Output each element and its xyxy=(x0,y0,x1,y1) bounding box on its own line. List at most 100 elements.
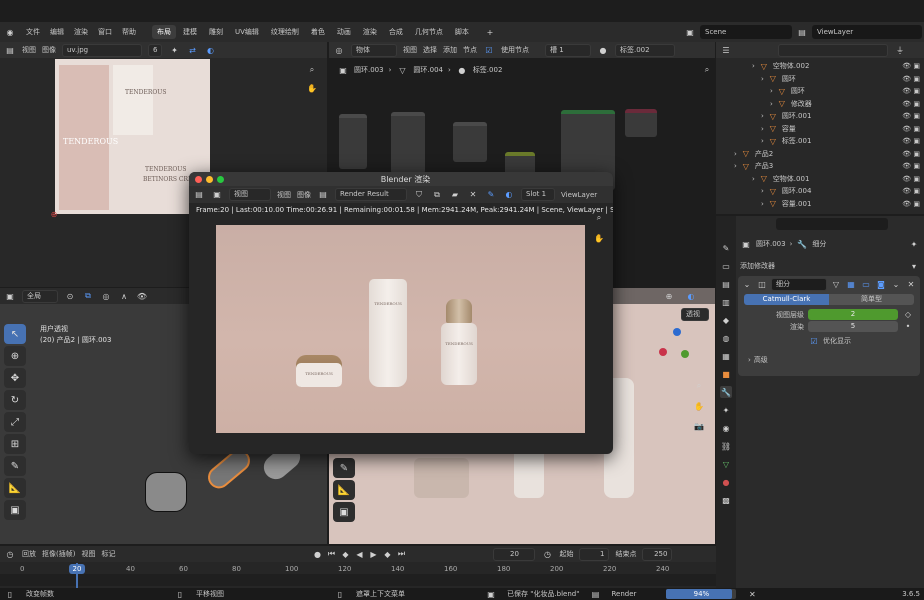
chevron-right-icon[interactable]: › xyxy=(761,187,764,195)
record-icon[interactable]: ● xyxy=(311,548,323,560)
outliner-search[interactable] xyxy=(778,43,888,57)
visibility-icon[interactable]: 👁 ▣ xyxy=(902,137,924,145)
visibility-icon[interactable]: 👁 ▣ xyxy=(902,187,924,195)
transform-orientation-select[interactable]: 全局 xyxy=(22,289,58,303)
constraints-tab-icon[interactable]: ⛓ xyxy=(720,440,732,452)
workspace-tab[interactable]: 脚本 xyxy=(450,25,474,39)
editor-type-icon[interactable]: ▤ xyxy=(4,44,16,56)
outliner-row[interactable]: › ▽ 圆环.001 👁 ▣ xyxy=(716,110,924,123)
collapse-icon[interactable]: ⌄ xyxy=(741,278,753,290)
workspace-tab[interactable]: 渲染 xyxy=(358,25,382,39)
x-axis-icon[interactable] xyxy=(659,348,667,356)
sample-icon[interactable]: ✎ xyxy=(485,189,497,201)
overlay-icon[interactable]: ◐ xyxy=(503,189,515,201)
y-axis-icon[interactable] xyxy=(681,350,689,358)
menu-item[interactable]: 窗口 xyxy=(98,27,112,37)
object-tab-icon[interactable]: ■ xyxy=(720,368,732,380)
catmull-clark-button[interactable]: Catmull-Clark xyxy=(744,294,829,305)
measure-tool-icon[interactable]: 📐 xyxy=(4,478,26,498)
jump-start-icon[interactable]: ⏮ xyxy=(325,548,337,560)
workspace-tab[interactable]: UV编辑 xyxy=(230,25,264,39)
navigation-gizmo[interactable] xyxy=(659,328,699,368)
pivot-icon[interactable]: ⊙ xyxy=(64,290,76,302)
close-icon[interactable] xyxy=(195,175,202,183)
viewport-type-icon[interactable]: ▣ xyxy=(4,290,16,302)
z-axis-icon[interactable] xyxy=(673,328,681,336)
close-icon[interactable]: ✕ xyxy=(467,189,479,201)
timeline-type-icon[interactable]: ◷ xyxy=(4,548,16,560)
timeline-scrubber[interactable] xyxy=(0,574,716,586)
visibility-icon[interactable]: 👁 ▣ xyxy=(902,162,924,170)
shading-select[interactable]: 透视 xyxy=(681,308,709,321)
node-box[interactable] xyxy=(453,122,487,162)
world-tab-icon[interactable]: ◍ xyxy=(720,332,732,344)
render-view-menu[interactable]: 视图 xyxy=(277,190,291,200)
visibility-icon[interactable]: 👁 ▣ xyxy=(902,125,924,133)
viewlayer-selector[interactable]: ViewLayer xyxy=(812,25,922,39)
prev-key-icon[interactable]: ◆ xyxy=(339,548,351,560)
material-field[interactable]: 标签.002 xyxy=(615,43,675,57)
end-frame-field[interactable]: 250 xyxy=(642,547,673,561)
chevron-right-icon[interactable]: › xyxy=(770,87,773,95)
hand-icon[interactable]: ✋ xyxy=(693,400,705,412)
node-node-menu[interactable]: 节点 xyxy=(463,45,477,55)
select-tool-icon[interactable]: ↖ xyxy=(4,324,26,344)
node-view-menu[interactable]: 视图 xyxy=(403,45,417,55)
physics-tab-icon[interactable]: ◉ xyxy=(720,422,732,434)
keying-menu[interactable]: 抠像(插帧) xyxy=(42,549,75,559)
menu-item[interactable]: 编辑 xyxy=(50,27,64,37)
measure-tool-icon[interactable]: 📐 xyxy=(333,480,355,500)
render-result-field[interactable]: Render Result xyxy=(335,188,407,201)
minimize-icon[interactable] xyxy=(206,175,213,183)
tool-tab-icon[interactable]: ✎ xyxy=(720,242,732,254)
rotate-tool-icon[interactable]: ↻ xyxy=(4,390,26,410)
use-nodes-checkbox[interactable]: ☑ xyxy=(483,44,495,56)
transform-tool-icon[interactable]: ⊞ xyxy=(4,434,26,454)
chevron-right-icon[interactable]: › xyxy=(761,75,764,83)
keyframe-icon[interactable]: ◇ xyxy=(902,309,914,321)
workspace-tab[interactable]: 雕刻 xyxy=(204,25,228,39)
node-box[interactable] xyxy=(625,109,657,137)
zoom-icon[interactable]: ⌕ xyxy=(693,380,705,392)
material-tab-icon[interactable]: ● xyxy=(720,476,732,488)
camera-icon[interactable]: 📷 xyxy=(693,420,705,432)
outliner-row[interactable]: › ▽ 容量 👁 ▣ xyxy=(716,123,924,136)
visibility-icon[interactable]: 👁 ▣ xyxy=(902,87,924,95)
workspace-tab[interactable]: 纹理绘制 xyxy=(266,25,304,39)
cancel-render-icon[interactable]: ✕ xyxy=(746,588,758,600)
hand-icon[interactable]: ✋ xyxy=(593,232,605,244)
shield-icon[interactable]: ⛉ xyxy=(413,189,425,201)
workspace-tab[interactable]: 着色 xyxy=(306,25,330,39)
image-users-count[interactable]: 6 xyxy=(148,43,163,57)
visibility-icon[interactable]: 👁 ▣ xyxy=(902,175,924,183)
visibility-icon[interactable]: 👁 ▣ xyxy=(902,100,924,108)
wave-icon[interactable]: ∧ xyxy=(118,290,130,302)
particles-tab-icon[interactable]: ✦ xyxy=(720,404,732,416)
outliner-row[interactable]: › ▽ 标签.001 👁 ▣ xyxy=(716,135,924,148)
filter-icon[interactable]: ⏚ xyxy=(894,44,906,56)
node-editor-type-icon[interactable]: ◎ xyxy=(333,44,345,56)
workspace-tab[interactable]: 合成 xyxy=(384,25,408,39)
blender-logo-icon[interactable]: ◉ xyxy=(4,26,16,38)
scene-tab-icon[interactable]: ◆ xyxy=(720,314,732,326)
menu-item[interactable]: 文件 xyxy=(26,27,40,37)
simple-button[interactable]: 简单型 xyxy=(829,294,914,305)
data-tab-icon[interactable]: ▽ xyxy=(720,458,732,470)
outliner-row[interactable]: › ▽ 修改器 👁 ▣ xyxy=(716,98,924,111)
dropdown-icon[interactable]: ⌄ xyxy=(890,278,902,290)
slot-select[interactable]: 槽 1 xyxy=(545,43,591,57)
workspace-tab[interactable]: 动画 xyxy=(332,25,356,39)
render-levels-field[interactable]: 5 xyxy=(808,321,898,332)
zoom-icon[interactable]: ⌕ xyxy=(593,212,605,224)
cursor-tool-icon[interactable]: ⊕ xyxy=(4,346,26,366)
chevron-right-icon[interactable]: › xyxy=(752,175,755,183)
slot-select[interactable]: Slot 1 xyxy=(521,188,555,201)
chevron-right-icon[interactable]: › xyxy=(734,150,737,158)
modifier-tab-icon[interactable]: 🔧 xyxy=(720,386,732,398)
chevron-right-icon[interactable]: › xyxy=(770,100,773,108)
editor-type-icon[interactable]: ▤ xyxy=(193,189,205,201)
timeline-view-menu[interactable]: 视图 xyxy=(81,549,95,559)
node-box[interactable] xyxy=(391,112,425,174)
outliner-row[interactable]: › ▽ 圆环 👁 ▣ xyxy=(716,73,924,86)
pin-icon[interactable]: ✦ xyxy=(908,238,920,250)
